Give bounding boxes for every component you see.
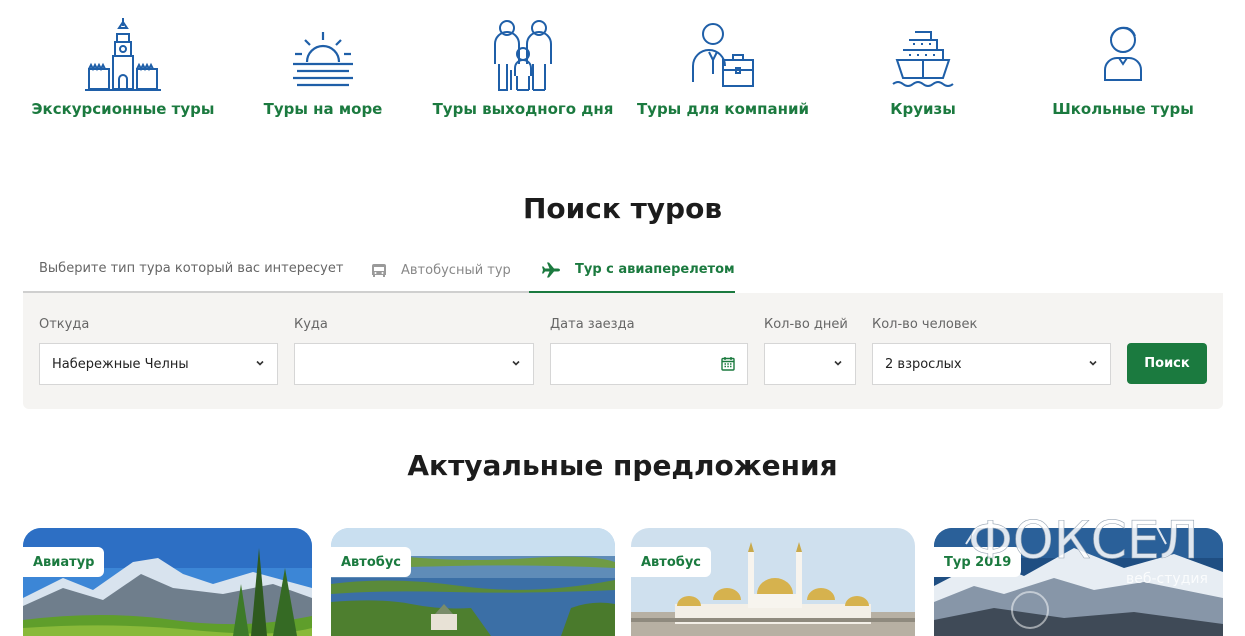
sunset-sea-icon — [293, 32, 353, 87]
chevron-down-icon — [256, 360, 264, 366]
bus-icon — [371, 263, 387, 279]
chevron-down-icon — [512, 360, 520, 366]
kremlin-tower-icon — [85, 18, 161, 91]
offer-card[interactable]: Автобус — [631, 528, 915, 636]
tour-type-prompt: Выберите тип тура который вас интересует — [39, 261, 344, 276]
category-label: Туры выходного дня — [432, 100, 614, 118]
airplane-icon — [541, 262, 561, 278]
offer-card[interactable]: Авиатур — [23, 528, 312, 636]
people-label: Кол-во человек — [872, 317, 978, 332]
offer-badge: Авиатур — [23, 547, 105, 577]
offer-card[interactable]: Автобус — [331, 528, 615, 636]
tour-type-tabs: Выберите тип тура который вас интересует… — [23, 248, 1223, 293]
category-school-tours[interactable]: Школьные туры — [1023, 14, 1223, 118]
days-select[interactable] — [764, 343, 856, 385]
category-label: Экскурсионные туры — [31, 100, 215, 118]
category-label: Круизы — [890, 100, 956, 118]
category-corporate-tours[interactable]: Туры для компаний — [623, 14, 823, 118]
from-field: Откуда Набережные Челны — [39, 317, 278, 385]
offer-card[interactable]: Тур 2019 — [934, 528, 1223, 636]
category-label: Туры для компаний — [636, 100, 810, 118]
from-select[interactable]: Набережные Челны — [39, 343, 278, 385]
river-island-image — [331, 528, 615, 636]
date-input[interactable] — [550, 343, 748, 385]
tab-bus-tour[interactable]: Автобусный тур — [371, 248, 511, 293]
days-label: Кол-во дней — [764, 317, 848, 332]
date-label: Дата заезда — [550, 317, 635, 332]
category-label: Туры на море — [263, 100, 383, 118]
category-weekend-tours[interactable]: Туры выходного дня — [423, 14, 623, 118]
category-excursion-tours[interactable]: Экскурсионные туры — [23, 14, 223, 118]
from-value: Набережные Челны — [52, 356, 189, 372]
snowy-mountains-image — [934, 528, 1223, 636]
offer-badge: Тур 2019 — [934, 547, 1022, 577]
student-icon — [1104, 26, 1142, 81]
white-mosque-image — [631, 528, 915, 636]
category-cruises[interactable]: Круизы — [823, 14, 1023, 118]
to-field: Куда — [294, 317, 534, 385]
chevron-down-icon — [834, 360, 842, 366]
chevron-down-icon — [1089, 360, 1097, 366]
calendar-icon — [721, 357, 735, 371]
offer-badge: Автобус — [331, 547, 412, 577]
people-select[interactable]: 2 взрослых — [872, 343, 1111, 385]
people-field: Кол-во человек 2 взрослых — [872, 317, 1111, 385]
mountain-meadow-image — [23, 528, 312, 636]
date-field: Дата заезда — [550, 317, 748, 385]
tour-categories: Экскурсионные туры Туры на море Туры вых… — [0, 0, 1245, 140]
category-sea-tours[interactable]: Туры на море — [223, 14, 423, 118]
to-select[interactable] — [294, 343, 534, 385]
search-form: Откуда Набережные Челны Куда Дата заезда… — [23, 293, 1223, 409]
offer-badge: Автобус — [631, 547, 712, 577]
to-label: Куда — [294, 317, 328, 332]
cruise-ship-icon — [892, 31, 954, 87]
tab-label: Тур с авиаперелетом — [575, 262, 735, 277]
search-title: Поиск туров — [522, 192, 723, 225]
search-button[interactable]: Поиск — [1127, 343, 1207, 384]
category-label: Школьные туры — [1052, 100, 1194, 118]
days-field: Кол-во дней — [764, 317, 856, 385]
tab-air-tour[interactable]: Тур с авиаперелетом — [529, 248, 735, 293]
tab-label: Автобусный тур — [401, 263, 511, 278]
family-icon — [494, 20, 552, 91]
people-value: 2 взрослых — [885, 356, 962, 372]
businessman-icon — [692, 23, 754, 87]
offers-title: Актуальные предложения — [407, 449, 838, 482]
from-label: Откуда — [39, 317, 90, 332]
